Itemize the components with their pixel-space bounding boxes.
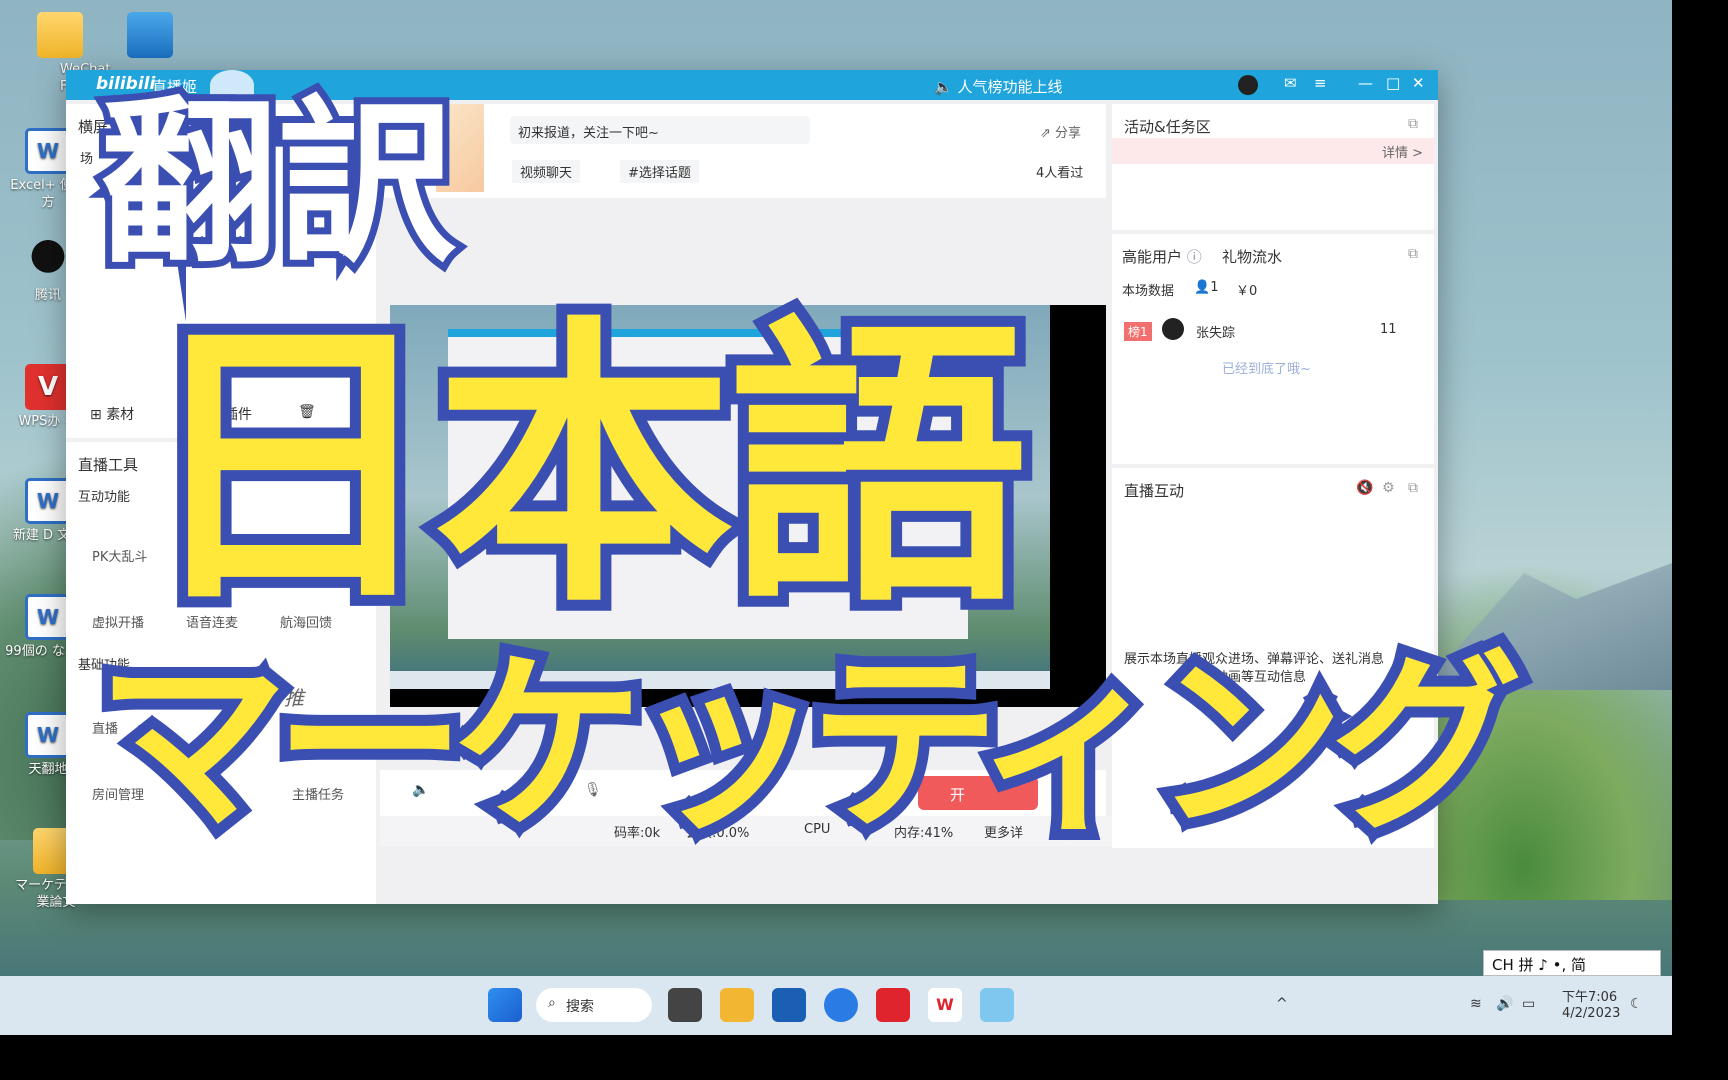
help-icon[interactable]: ⓘ [1187, 248, 1202, 266]
mute-icon[interactable]: 🔇 [1356, 480, 1373, 496]
tool-virtual-stream[interactable]: 虚拟开播 [92, 612, 144, 631]
clock-time[interactable]: 下午7:06 [1562, 986, 1617, 1005]
viewer-count: 4人看过 [1036, 166, 1084, 181]
stream-title-input[interactable]: 初来报道，关注一下吧~ [510, 116, 810, 144]
mail-icon[interactable]: ✉ [1284, 74, 1297, 92]
tab-gift-flow[interactable]: 礼物流水 [1222, 246, 1282, 267]
end-of-list: 已经到底了哦~ [1222, 362, 1311, 377]
file-explorer-icon[interactable] [720, 988, 754, 1022]
browser-icon[interactable] [824, 988, 858, 1022]
overlay-title-japanese: 日本語 [129, 293, 1039, 642]
search-label: 搜索 [566, 999, 594, 1015]
word-doc-icon: W [25, 478, 71, 524]
tag-video-chat[interactable]: 视频聊天 [512, 160, 581, 183]
notice-text: 人气榜功能上线 [957, 78, 1063, 96]
start-menu-icon[interactable] [488, 988, 522, 1022]
details-link[interactable]: 详情 > [1382, 142, 1423, 161]
live-streamer-icon[interactable] [980, 988, 1014, 1022]
tools-title: 直播工具 [78, 456, 139, 474]
store-icon[interactable] [772, 988, 806, 1022]
desktop: WeChat Files W Excel+ 使用方 腾讯 V WPS办 手 W … [0, 0, 1672, 1035]
activity-banner[interactable]: 详情 > [1112, 138, 1434, 164]
stats-label: 本场数据 [1122, 284, 1175, 299]
search-icon: ⌕ [548, 995, 556, 1011]
popout-icon[interactable]: ⧉ [1408, 116, 1418, 132]
tab-high-energy-label: 高能用户 [1122, 248, 1183, 266]
close-button[interactable]: ✕ [1412, 74, 1425, 92]
battery-icon[interactable]: ▭ [1522, 996, 1535, 1012]
volume-icon[interactable]: 🔊 [1496, 996, 1513, 1012]
word-doc-icon: W [25, 128, 71, 174]
taskbar: ⌕ 搜索 W ^ ≋ 🔊 ▭ 下午7:06 4/2/2023 ☾ [0, 976, 1672, 1035]
notification-icon[interactable]: ☾ [1630, 996, 1643, 1012]
overlay-title-translate: 翻訳 [93, 80, 463, 287]
user-count: 👤1 [1194, 280, 1219, 295]
wps-icon: V [25, 364, 71, 410]
folder-shortcut-icon [127, 12, 173, 58]
interactive-section-title: 互动功能 [78, 490, 131, 505]
high-energy-panel: 高能用户 ⓘ 礼物流水 ⧉ 本场数据 👤1 ￥0 榜1 张失踪 11 已经到底了… [1112, 234, 1434, 464]
folder-icon [37, 12, 83, 58]
interaction-title: 直播互动 [1124, 482, 1185, 500]
avatar[interactable] [1238, 75, 1258, 95]
wifi-icon[interactable]: ≋ [1470, 996, 1482, 1012]
minimize-button[interactable]: — [1358, 74, 1373, 92]
rank-badge: 榜1 [1124, 322, 1152, 341]
popout-icon[interactable]: ⧉ [1408, 480, 1418, 496]
share-button[interactable]: ⇗ 分享 [1040, 122, 1081, 141]
user-count-value: 1 [1210, 280, 1219, 295]
money-total: ￥0 [1236, 284, 1258, 299]
activity-panel: 活动&任务区 ⧉ 详情 > [1112, 104, 1434, 230]
clock-date[interactable]: 4/2/2023 [1562, 1006, 1620, 1021]
maximize-button[interactable]: □ [1386, 74, 1400, 92]
task-view-icon[interactable] [668, 988, 702, 1022]
popout-icon[interactable]: ⧉ [1408, 246, 1418, 262]
tag-choose-topic[interactable]: #选择话题 [620, 160, 699, 183]
word-doc-icon: W [25, 712, 71, 758]
wps-icon[interactable]: W [928, 988, 962, 1022]
chevron-up-icon[interactable]: ^ [1276, 996, 1288, 1012]
activity-title: 活动&任务区 [1124, 118, 1211, 136]
overlay-title-marketing: マーケッティング [85, 634, 1533, 857]
user-score: 11 [1380, 322, 1397, 337]
menu-icon[interactable]: ≡ [1314, 74, 1327, 92]
gear-icon[interactable]: ⚙ [1382, 480, 1395, 496]
share-label: 分享 [1055, 126, 1082, 141]
desktop-icon-shortcut[interactable] [106, 12, 194, 61]
tab-high-energy-users[interactable]: 高能用户 ⓘ [1122, 246, 1202, 267]
youdao-icon[interactable] [876, 988, 910, 1022]
taskbar-search[interactable]: ⌕ 搜索 [536, 988, 652, 1022]
avatar[interactable] [1162, 318, 1184, 340]
material-button[interactable]: ⊞ 素材 [90, 404, 134, 424]
user-name[interactable]: 张失踪 [1196, 322, 1235, 341]
ime-toolbar[interactable]: CH 拼 ♪ •, 简 [1483, 950, 1661, 976]
stream-info-panel: 初来报道，关注一下吧~ ⇗ 分享 视频聊天 #选择话题 4人看过 [380, 104, 1106, 198]
qq-penguin-icon [25, 238, 71, 284]
notice-banner[interactable]: 🔈 人气榜功能上线 [934, 76, 1062, 97]
material-button-label: 素材 [106, 407, 135, 423]
scene-label: 场 [80, 152, 94, 167]
word-doc-icon: W [25, 594, 71, 640]
